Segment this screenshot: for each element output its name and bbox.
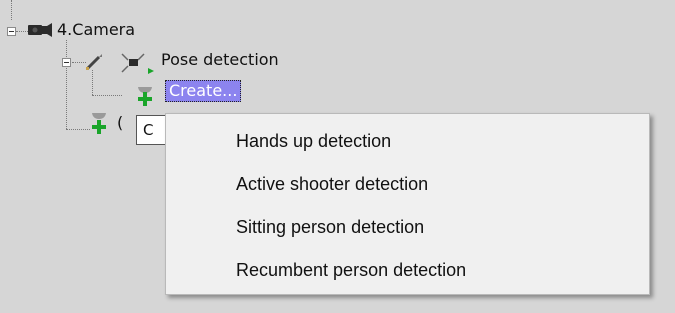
pencil-icon — [85, 54, 102, 71]
menu-item-recumbent-person[interactable]: Recumbent person detection — [166, 249, 649, 291]
add-plus-icon — [92, 120, 106, 134]
menu-item-sitting-person[interactable]: Sitting person detection — [166, 206, 649, 248]
tree-line-create — [92, 95, 122, 96]
tree-line-camera-children — [66, 40, 67, 129]
expander-minus-icon[interactable] — [62, 58, 71, 67]
tree-line-pose-children — [92, 70, 93, 95]
tree-line-second-item — [66, 129, 90, 130]
create-plus-icon — [138, 92, 152, 106]
obscured-node-label[interactable]: ( — [117, 113, 123, 133]
create-item-selected[interactable]: Create... — [165, 80, 242, 102]
menu-item-active-shooter[interactable]: Active shooter detection — [166, 163, 649, 205]
pose-detection-icon — [121, 53, 154, 74]
expander-minus-icon[interactable] — [7, 27, 16, 36]
camera-node-label[interactable]: 4.Camera — [57, 20, 135, 40]
camera-icon — [28, 23, 52, 37]
pose-detection-label[interactable]: Pose detection — [161, 50, 279, 70]
context-menu: Hands up detection Active shooter detect… — [165, 113, 650, 295]
node-dish-icon — [92, 113, 106, 119]
tree-line-root — [11, 0, 12, 20]
menu-item-hands-up[interactable]: Hands up detection — [166, 120, 649, 162]
